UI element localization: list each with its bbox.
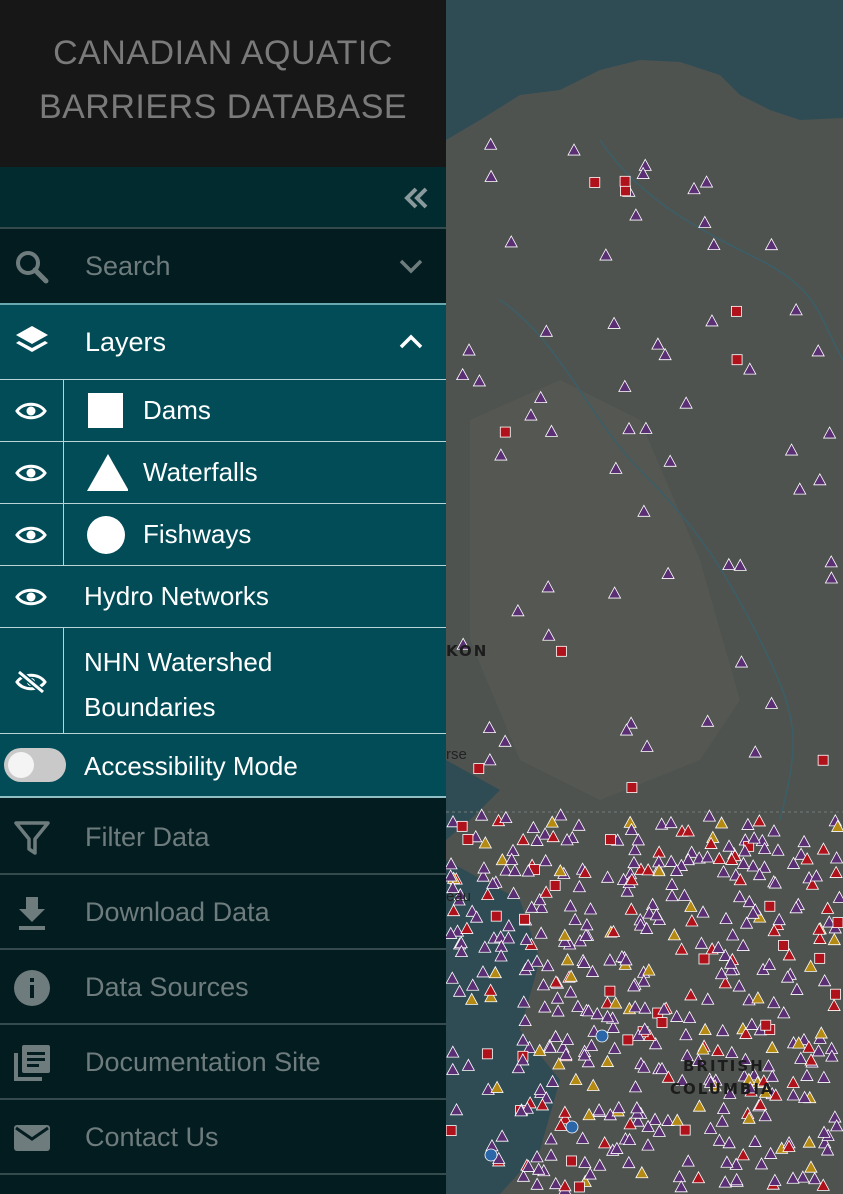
app-title: CANADIAN AQUATIC BARRIERS DATABASE (0, 0, 446, 167)
sidebar: CANADIAN AQUATIC BARRIERS DATABASE Searc… (0, 0, 446, 1194)
fishway-marker[interactable] (595, 1029, 609, 1043)
dam-marker[interactable] (499, 426, 511, 438)
search-menu[interactable]: Search (0, 229, 446, 302)
download-icon (19, 897, 45, 930)
triangle-symbol-icon (87, 453, 128, 491)
dam-marker[interactable] (604, 985, 616, 997)
layer-label-nhn-watershed-boundaries: NHN Watershed Boundaries (84, 647, 273, 722)
dam-marker[interactable] (832, 917, 843, 928)
documentation-icon (14, 1045, 50, 1081)
layer-row-fishways: Fishways (0, 503, 446, 565)
map-label-columbia: COLUMBIA (670, 1080, 775, 1098)
dam-marker[interactable] (656, 1017, 668, 1028)
fishway-marker[interactable] (565, 1120, 579, 1134)
download-data-label: Download Data (85, 897, 270, 927)
dam-marker[interactable] (456, 820, 468, 832)
layer-row-dams: Dams (0, 379, 446, 441)
dam-marker[interactable] (573, 1181, 585, 1193)
documentation-site-label: Documentation Site (85, 1047, 321, 1077)
dam-marker[interactable] (490, 910, 502, 922)
contact-us-label: Contact Us (85, 1122, 219, 1152)
layer-label-waterfalls: Waterfalls (143, 457, 258, 487)
accessibility-mode-label: Accessibility Mode (84, 751, 298, 781)
dam-marker[interactable] (620, 185, 631, 197)
dam-marker[interactable] (626, 782, 638, 794)
visibility-toggle-dams[interactable] (0, 380, 64, 441)
dam-marker[interactable] (814, 952, 826, 964)
layer-label-dams: Dams (143, 395, 211, 425)
accessibility-mode-row: Accessibility Mode (0, 733, 446, 798)
dam-marker[interactable] (462, 834, 474, 845)
dam-marker[interactable] (760, 1019, 772, 1031)
filter-icon (14, 821, 50, 855)
circle-symbol-icon (87, 515, 125, 554)
eye-icon (15, 588, 47, 605)
double-chevron-left-icon[interactable] (398, 181, 432, 215)
map-label-british: BRITISH (683, 1057, 765, 1075)
chevron-up-icon (399, 334, 423, 349)
layer-label-fishways: Fishways (143, 519, 252, 549)
search-icon (16, 251, 49, 284)
fishway-marker[interactable] (484, 1148, 498, 1162)
dam-marker[interactable] (555, 645, 567, 657)
dam-marker[interactable] (481, 1048, 493, 1060)
dam-marker[interactable] (622, 1034, 634, 1046)
contact-us-menu[interactable]: Contact Us (0, 1100, 446, 1173)
visibility-toggle-fishways[interactable] (0, 504, 64, 565)
dam-marker[interactable] (679, 1124, 691, 1136)
app-title-line1: CANADIAN AQUATIC (53, 34, 393, 72)
eye-icon (15, 402, 47, 419)
dam-marker[interactable] (731, 305, 742, 317)
dam-marker[interactable] (605, 834, 616, 846)
sidebar-collapse-bar (0, 167, 446, 227)
search-label: Search (85, 251, 171, 281)
data-sources-label: Data Sources (85, 972, 249, 1002)
eye-slash-icon (15, 670, 47, 694)
filter-data-menu[interactable]: Filter Data (0, 800, 446, 873)
download-data-menu[interactable]: Download Data (0, 875, 446, 948)
dam-marker[interactable] (473, 763, 485, 775)
layer-row-waterfalls: Waterfalls (0, 441, 446, 503)
layer-row-hydro-networks: Hydro Networks (0, 565, 446, 627)
data-sources-menu[interactable]: Data Sources (0, 950, 446, 1023)
map-label-whitehorse: rse (446, 746, 467, 763)
dam-marker[interactable] (830, 988, 841, 1000)
toggle-knob (8, 752, 34, 778)
dam-marker[interactable] (445, 1125, 457, 1137)
dam-marker[interactable] (566, 1155, 577, 1167)
app-title-line2: BARRIERS DATABASE (38, 88, 408, 126)
documentation-site-menu[interactable]: Documentation Site (0, 1025, 446, 1098)
divider (0, 1173, 446, 1175)
dam-marker[interactable] (549, 880, 561, 891)
mail-icon (14, 1125, 50, 1151)
layers-icon (16, 326, 48, 352)
square-symbol-icon (88, 392, 123, 428)
layers-menu-header[interactable]: Layers (0, 303, 446, 379)
dam-marker[interactable] (731, 354, 743, 366)
eye-icon (15, 464, 47, 481)
filter-data-label: Filter Data (85, 822, 210, 852)
layer-row-nhn-watershed-boundaries: NHN Watershed Boundaries (0, 627, 446, 734)
dam-marker[interactable] (589, 177, 601, 188)
info-icon (14, 970, 50, 1006)
dam-marker[interactable] (817, 754, 829, 766)
visibility-toggle-waterfalls[interactable] (0, 442, 64, 503)
chevron-down-icon (399, 259, 423, 274)
layer-label-hydro-networks: Hydro Networks (84, 581, 269, 611)
visibility-toggle-nhn-watershed-boundaries[interactable] (0, 628, 64, 734)
dam-marker[interactable] (764, 900, 776, 912)
accessibility-mode-toggle[interactable] (4, 748, 66, 782)
visibility-toggle-hydro-networks[interactable] (0, 566, 64, 627)
dam-marker[interactable] (619, 175, 631, 187)
dam-marker[interactable] (698, 953, 710, 965)
eye-icon (15, 526, 47, 543)
layers-label: Layers (85, 327, 167, 357)
map-label-juneau: eau (446, 888, 472, 905)
dam-marker[interactable] (519, 913, 530, 925)
dam-marker[interactable] (778, 940, 789, 951)
map-label-yukon: KON (446, 642, 489, 660)
